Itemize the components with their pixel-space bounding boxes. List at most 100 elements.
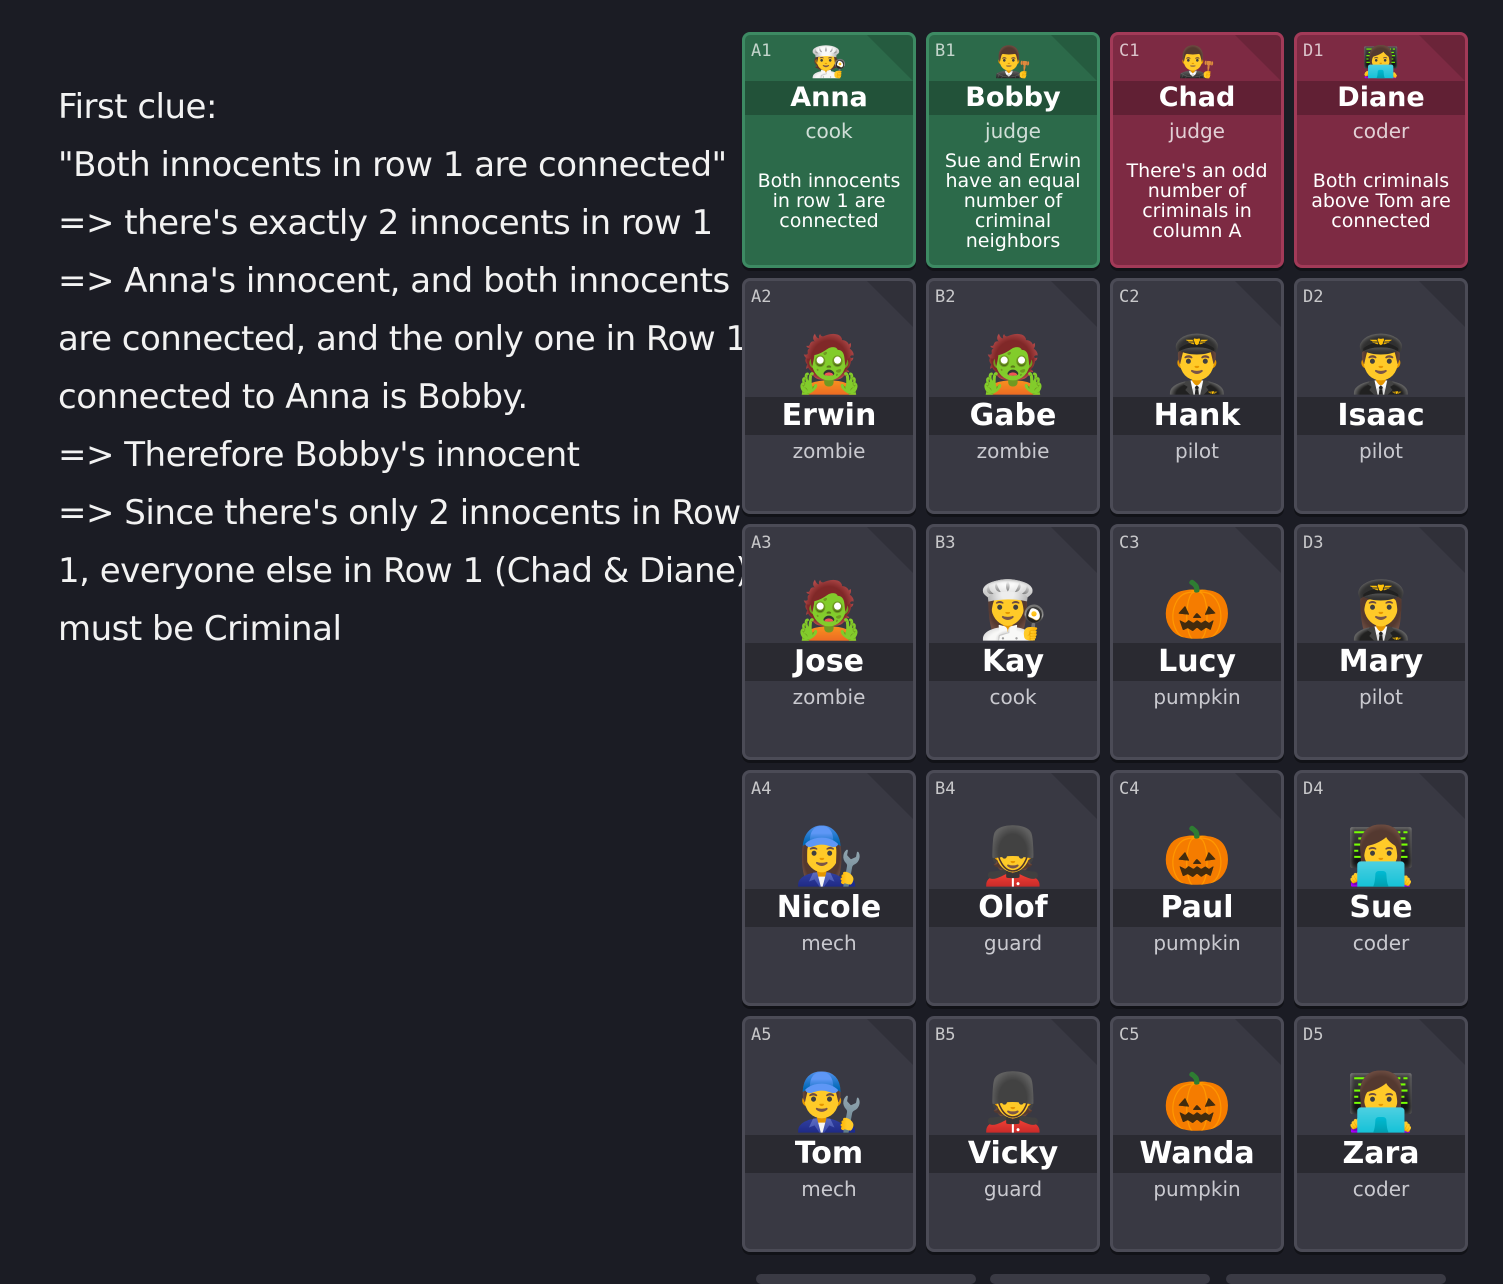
note-line: 1, everyone else in Row 1 (Chad & Diane) [58,551,749,591]
suspect-name: Sue [1349,890,1413,925]
suspect-card-a1[interactable]: A1 🧑‍🍳 Anna cook Both innocents in row 1 are… [742,32,916,268]
suspect-card-d4[interactable]: D4 👩‍💻 Sue coder [1294,770,1468,1006]
suspect-card-a4[interactable]: A4 👩‍🔧 Nicole mech [742,770,916,1006]
zombie-icon: 🧟 [978,332,1048,397]
card-coordinate: A4 [751,779,772,799]
pilot-icon: 👨‍✈️ [1346,332,1416,397]
pumpkin-icon: 🎃 [1162,578,1232,643]
suspect-clue: Sue and Erwin have an equal number of cr… [944,150,1082,252]
suspect-card-c1[interactable]: C1 👨‍⚖️ Chad judge There's an odd number of … [1110,32,1284,268]
card-coordinate: A2 [751,287,772,307]
suspect-card-b5[interactable]: B5 💂 Vicky guard [926,1016,1100,1252]
pilot-icon: 👨‍✈️ [1162,332,1232,397]
suspect-name: Diane [1337,82,1425,113]
pumpkin-icon: 🎃 [1162,1070,1232,1135]
coder-icon: 👩‍💻 [1346,824,1416,889]
suspect-role: guard [983,1177,1043,1201]
card-coordinate: C2 [1119,287,1140,307]
suspect-card-b3[interactable]: B3 👩‍🍳 Kay cook [926,524,1100,760]
card-coordinate: A5 [751,1025,772,1045]
suspect-card-d1[interactable]: D1 👩‍💻 Diane coder Both criminals above Tom … [1294,32,1468,268]
suspect-role: coder [1352,931,1410,955]
note-line: must be Criminal [58,609,342,649]
suspect-role: pumpkin [1153,1177,1241,1201]
mechanic-icon: 👨‍🔧 [794,1070,864,1135]
action-button[interactable] [1226,1274,1446,1284]
cook-icon: 👩‍🍳 [978,578,1048,643]
suspect-role: coder [1352,1177,1410,1201]
suspect-role: zombie [792,685,866,709]
suspect-name: Hank [1153,398,1241,433]
note-line: are connected, and the only one in Row 1 [58,319,747,359]
note-line: First clue: [58,87,217,127]
guard-icon: 💂 [978,1070,1048,1135]
card-coordinate: B3 [935,533,956,553]
suspect-role: coder [1352,119,1410,143]
suspect-name: Nicole [776,890,882,925]
suspect-card-c2[interactable]: C2 👨‍✈️ Hank pilot [1110,278,1284,514]
judge-icon: 👨‍⚖️ [1178,45,1216,80]
card-coordinate: A3 [751,533,772,553]
suspect-role: mech [801,931,857,955]
suspect-card-a5[interactable]: A5 👨‍🔧 Tom mech [742,1016,916,1252]
pilot-icon: 👩‍✈️ [1346,578,1416,643]
action-button[interactable] [990,1274,1210,1284]
suspect-role: pumpkin [1153,685,1241,709]
note-line: => there's exactly 2 innocents in row 1 [58,203,713,243]
card-coordinate: C3 [1119,533,1140,553]
suspect-clue: Both innocents in row 1 are connected [757,170,901,232]
suspect-name: Erwin [781,398,877,433]
note-line: => Since there's only 2 innocents in Row [58,493,741,533]
suspect-name: Olof [978,890,1048,925]
suspect-role: cook [805,119,853,143]
suspect-name: Jose [794,644,864,679]
card-coordinate: D3 [1303,533,1324,553]
suspect-role: pumpkin [1153,931,1241,955]
suspect-role: judge [985,119,1041,143]
card-coordinate: D2 [1303,287,1324,307]
suspect-name: Zara [1342,1136,1420,1171]
note-line: => Therefore Bobby's innocent [58,435,580,475]
suspect-card-c3[interactable]: C3 🎃 Lucy pumpkin [1110,524,1284,760]
card-coordinate: C5 [1119,1025,1140,1045]
guard-icon: 💂 [978,824,1048,889]
suspect-name: Paul [1160,890,1234,925]
suspect-name: Chad [1158,82,1236,113]
suspect-card-d3[interactable]: D3 👩‍✈️ Mary pilot [1294,524,1468,760]
suspect-card-b2[interactable]: B2 🧟 Gabe zombie [926,278,1100,514]
suspect-card-a3[interactable]: A3 🧟 Jose zombie [742,524,916,760]
suspect-role: mech [801,1177,857,1201]
suspect-grid: A1 🧑‍🍳 Anna cook Both innocents in row 1 are… [742,32,1468,1252]
suspect-card-d5[interactable]: D5 👩‍💻 Zara coder [1294,1016,1468,1252]
suspect-role: pilot [1359,685,1403,709]
suspect-role: cook [989,685,1037,709]
action-button[interactable] [756,1274,976,1284]
suspect-name: Mary [1338,644,1424,679]
suspect-clue: There's an odd number of criminals in co… [1126,160,1268,242]
suspect-name: Bobby [965,82,1061,113]
suspect-clue: Both criminals above Tom are connected [1311,170,1451,232]
pumpkin-icon: 🎃 [1162,824,1232,889]
zombie-icon: 🧟 [794,332,864,397]
suspect-name: Anna [790,82,868,113]
zombie-icon: 🧟 [794,578,864,643]
judge-icon: 👨‍⚖️ [994,45,1032,80]
suspect-name: Isaac [1337,398,1425,433]
cook-icon: 🧑‍🍳 [810,45,848,80]
card-coordinate: B5 [935,1025,956,1045]
note-line: "Both innocents in row 1 are connected" [58,145,727,185]
coder-icon: 👩‍💻 [1362,45,1400,80]
suspect-name: Gabe [969,398,1057,433]
coder-icon: 👩‍💻 [1346,1070,1416,1135]
suspect-card-d2[interactable]: D2 👨‍✈️ Isaac pilot [1294,278,1468,514]
suspect-name: Tom [794,1136,864,1171]
card-coordinate: C4 [1119,779,1140,799]
suspect-name: Lucy [1158,644,1236,679]
note-line: connected to Anna is Bobby. [58,377,528,417]
clue-notes: First clue: "Both innocents in row 1 are… [58,78,749,658]
suspect-card-c5[interactable]: C5 🎃 Wanda pumpkin [1110,1016,1284,1252]
suspect-card-b4[interactable]: B4 💂 Olof guard [926,770,1100,1006]
suspect-card-c4[interactable]: C4 🎃 Paul pumpkin [1110,770,1284,1006]
suspect-card-a2[interactable]: A2 🧟 Erwin zombie [742,278,916,514]
suspect-card-b1[interactable]: B1 👨‍⚖️ Bobby judge Sue and Erwin have an eq… [926,32,1100,268]
